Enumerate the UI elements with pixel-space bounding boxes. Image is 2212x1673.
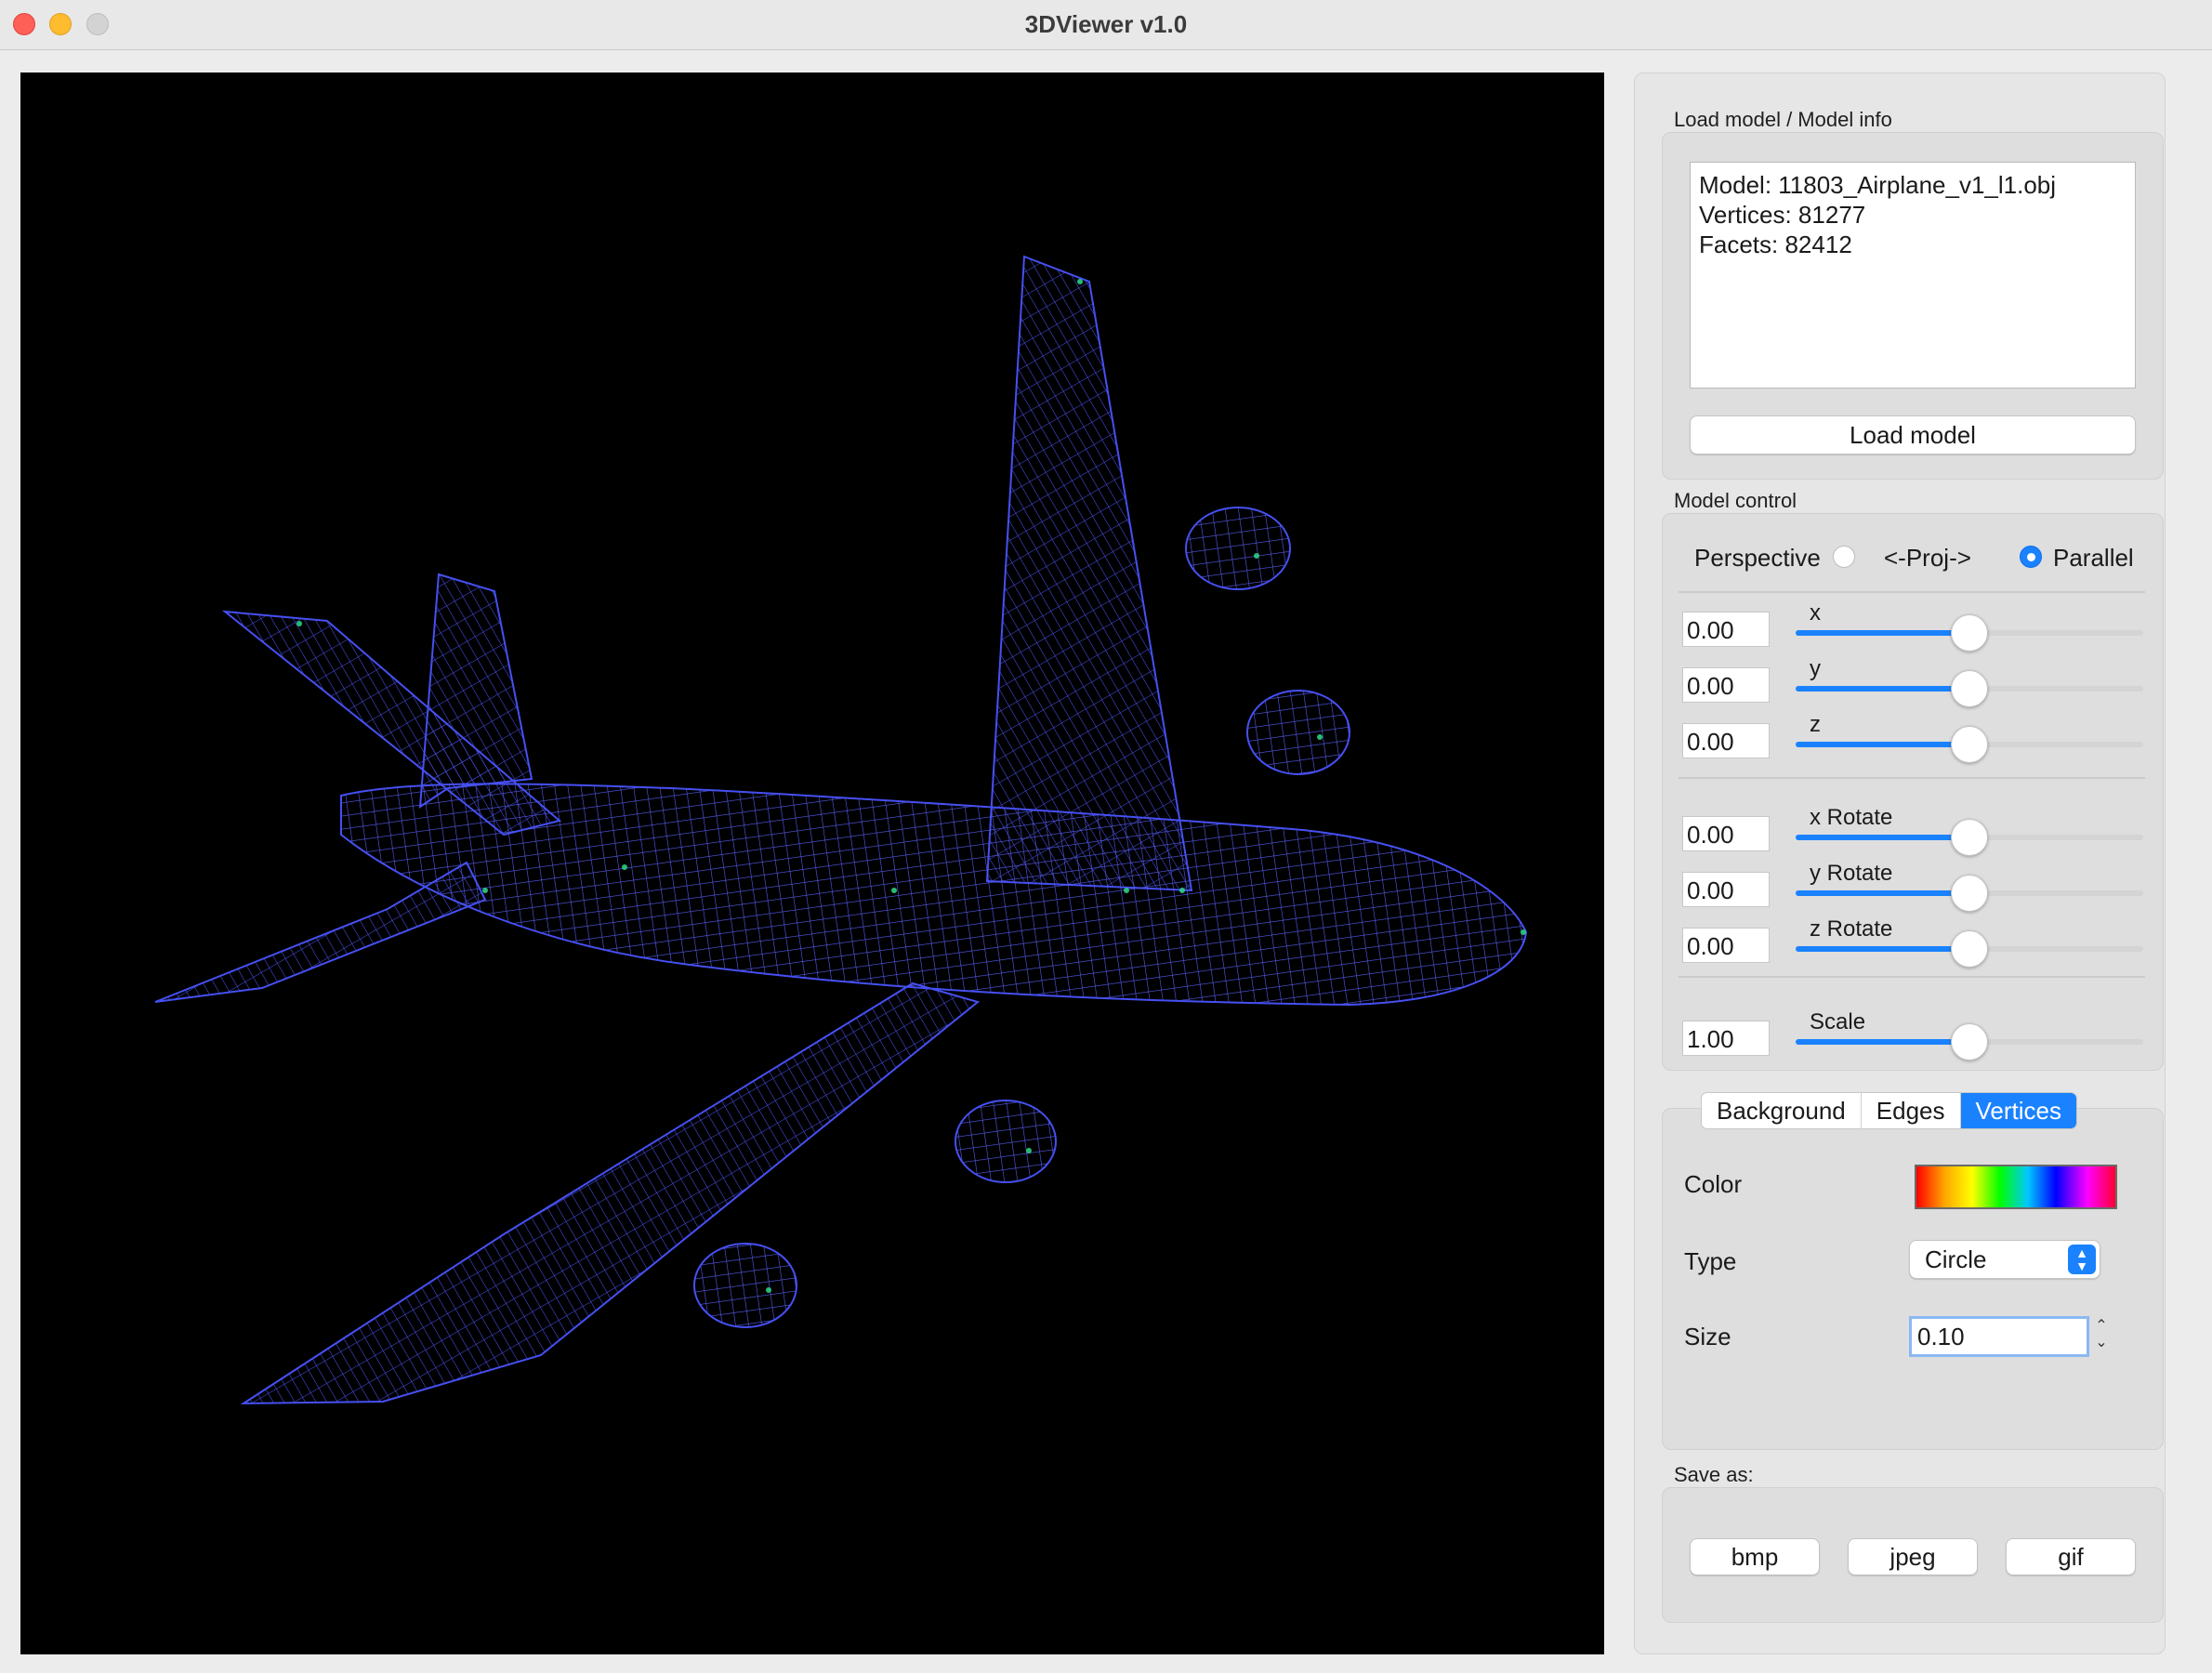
divider bbox=[1679, 591, 2145, 593]
size-label: Size bbox=[1684, 1323, 1731, 1350]
vertices-count-text: Vertices: 81277 bbox=[1699, 201, 1866, 229]
x-slider-knob[interactable] bbox=[1951, 614, 1988, 652]
parallel-radio[interactable] bbox=[2020, 546, 2042, 568]
title-bar: 3DViewer v1.0 bbox=[0, 0, 2212, 50]
z-slider-label: z bbox=[1810, 712, 1821, 737]
vertex-size-input[interactable]: 0.10 bbox=[1909, 1316, 2089, 1357]
engine-4 bbox=[693, 1243, 797, 1328]
x-value-field[interactable]: 0.00 bbox=[1682, 612, 1770, 647]
save-jpeg-button[interactable]: jpeg bbox=[1848, 1538, 1978, 1575]
size-stepper[interactable]: ⌃ ⌄ bbox=[2091, 1318, 2112, 1355]
y-rotate-slider-knob[interactable] bbox=[1951, 875, 1988, 912]
tab-background[interactable]: Background bbox=[1702, 1093, 1862, 1128]
parallel-label: Parallel bbox=[2053, 544, 2134, 572]
vertex-type-select[interactable]: Circle ▲ ▼ bbox=[1909, 1240, 2100, 1279]
vertex-color-swatch[interactable] bbox=[1915, 1165, 2117, 1209]
divider bbox=[1679, 976, 2145, 978]
z-rotate-slider-label: z Rotate bbox=[1810, 916, 1893, 942]
z-rotate-value-field[interactable]: 0.00 bbox=[1682, 928, 1770, 963]
y-rotate-slider-label: y Rotate bbox=[1810, 861, 1893, 886]
divider bbox=[1679, 777, 2145, 779]
select-arrows-icon: ▲ ▼ bbox=[2068, 1245, 2096, 1274]
x-rotate-slider-knob[interactable] bbox=[1951, 819, 1988, 856]
z-slider-knob[interactable] bbox=[1951, 726, 1988, 763]
vertical-tail bbox=[418, 573, 533, 809]
engine-3 bbox=[955, 1100, 1057, 1183]
render-viewport[interactable] bbox=[20, 72, 1604, 1654]
engine-1 bbox=[1185, 507, 1291, 590]
model-name-text: Model: 11803_Airplane_v1_l1.obj bbox=[1699, 171, 2057, 199]
engine-2 bbox=[1246, 690, 1350, 775]
display-settings-group bbox=[1662, 1108, 2164, 1450]
load-section-label: Load model / Model info bbox=[1674, 108, 1892, 131]
stabilizer-lower bbox=[154, 861, 487, 1003]
x-slider-fill bbox=[1796, 630, 1969, 636]
x-rotate-slider-fill bbox=[1796, 835, 1969, 840]
vertex-type-value: Circle bbox=[1925, 1245, 1987, 1273]
z-rotate-slider-knob[interactable] bbox=[1951, 930, 1988, 968]
save-as-label: Save as: bbox=[1674, 1463, 1754, 1486]
scale-slider-knob[interactable] bbox=[1951, 1023, 1988, 1060]
x-slider-label: x bbox=[1810, 600, 1821, 626]
projection-separator: <-Proj-> bbox=[1884, 544, 1971, 572]
type-label: Type bbox=[1684, 1247, 1737, 1275]
z-value-field[interactable]: 0.00 bbox=[1682, 723, 1770, 758]
z-slider-fill bbox=[1796, 742, 1969, 747]
save-bmp-button[interactable]: bmp bbox=[1690, 1538, 1820, 1575]
load-model-button[interactable]: Load model bbox=[1690, 415, 2136, 454]
color-label: Color bbox=[1684, 1170, 1743, 1198]
tab-edges[interactable]: Edges bbox=[1862, 1093, 1961, 1128]
save-gif-button[interactable]: gif bbox=[2006, 1538, 2136, 1575]
model-control-group bbox=[1662, 513, 2164, 1071]
perspective-label: Perspective bbox=[1694, 544, 1821, 572]
scale-slider-label: Scale bbox=[1810, 1009, 1866, 1034]
facets-count-text: Facets: 82412 bbox=[1699, 231, 1852, 258]
scale-slider-fill bbox=[1796, 1039, 1969, 1045]
airplane-wireframe bbox=[154, 255, 1528, 1405]
y-slider-knob[interactable] bbox=[1951, 670, 1988, 707]
y-slider-label: y bbox=[1810, 656, 1821, 681]
y-rotate-slider-fill bbox=[1796, 890, 1969, 896]
scale-value-field[interactable]: 1.00 bbox=[1682, 1021, 1770, 1056]
y-slider-fill bbox=[1796, 686, 1969, 692]
z-rotate-slider-fill bbox=[1796, 946, 1969, 952]
perspective-radio[interactable] bbox=[1833, 546, 1855, 568]
near-wing bbox=[240, 981, 981, 1405]
y-value-field[interactable]: 0.00 bbox=[1682, 667, 1770, 703]
y-rotate-value-field[interactable]: 0.00 bbox=[1682, 872, 1770, 907]
model-control-label: Model control bbox=[1674, 489, 1797, 512]
model-info-box: Model: 11803_Airplane_v1_l1.obj Vertices… bbox=[1690, 162, 2136, 389]
x-rotate-slider-label: x Rotate bbox=[1810, 805, 1893, 830]
settings-tabs: Background Edges Vertices bbox=[1701, 1092, 2077, 1129]
far-wing bbox=[985, 255, 1193, 892]
tab-vertices[interactable]: Vertices bbox=[1960, 1093, 2076, 1128]
window-title: 3DViewer v1.0 bbox=[1024, 10, 1188, 38]
x-rotate-value-field[interactable]: 0.00 bbox=[1682, 816, 1770, 851]
